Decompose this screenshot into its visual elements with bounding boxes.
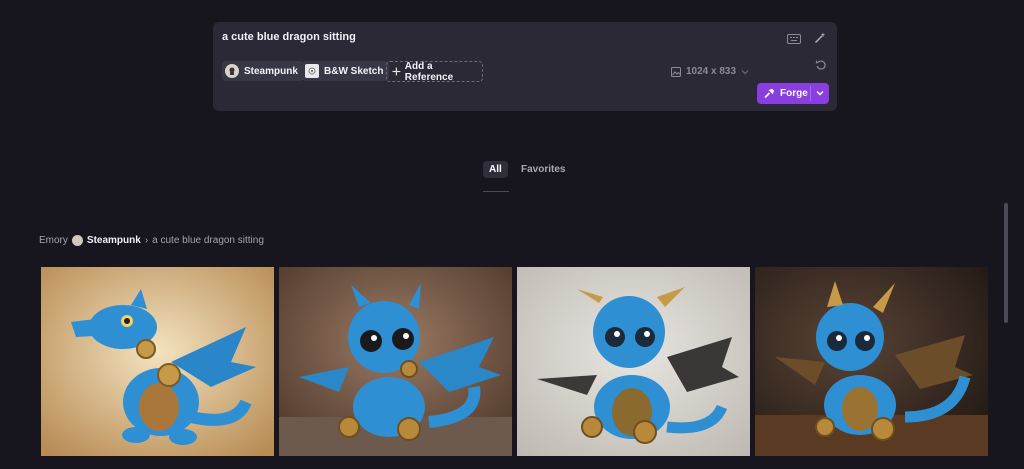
dragon-image-4[interactable] [755, 267, 988, 456]
breadcrumb-style[interactable]: Steampunk [87, 235, 141, 246]
dragon-image-2[interactable] [279, 267, 512, 456]
chevron-down-icon [741, 69, 749, 74]
tab-favorites[interactable]: Favorites [515, 161, 571, 178]
plus-icon [392, 67, 401, 76]
chip-label: Steampunk [244, 65, 298, 77]
forge-button[interactable]: Forge [757, 83, 829, 104]
dimensions-value: 1024 x 833 [686, 66, 737, 77]
prompt-input[interactable]: a cute blue dragon sitting [222, 31, 356, 43]
breadcrumb-prompt: a cute blue dragon sitting [152, 235, 264, 246]
magic-wand-icon[interactable] [811, 29, 829, 47]
chip-label: B&W Sketch [324, 65, 384, 77]
steampunk-thumb-icon [225, 64, 239, 78]
forge-divider [810, 86, 811, 101]
hammer-icon [764, 88, 774, 99]
forge-label: Forge [780, 88, 808, 99]
breadcrumb: Emory Steampunk › a cute blue dragon sit… [39, 235, 264, 246]
page-scrollbar[interactable] [1004, 203, 1008, 323]
dragon-image-3[interactable] [517, 267, 750, 456]
keyboard-icon[interactable] [785, 30, 803, 48]
dimensions-select[interactable]: 1024 x 833 [671, 66, 749, 77]
undo-icon[interactable] [811, 55, 829, 73]
active-tab-indicator [483, 191, 509, 192]
tab-all[interactable]: All [483, 161, 508, 178]
add-reference-button[interactable]: Add a Reference [386, 60, 483, 83]
dragon-image-1[interactable] [41, 267, 274, 456]
style-chip-steampunk[interactable]: Steampunk [222, 61, 304, 81]
breadcrumb-separator: › [144, 235, 149, 246]
image-icon [671, 66, 681, 77]
forge-options-chevron-icon[interactable] [815, 88, 825, 98]
sketch-thumb-icon [305, 64, 319, 78]
add-reference-label: Add a Reference [404, 60, 454, 83]
breadcrumb-user[interactable]: Emory [39, 235, 68, 246]
gallery-tabs: All Favorites [0, 161, 1024, 193]
style-avatar [71, 235, 83, 246]
style-chip-bw-sketch[interactable]: B&W Sketch [302, 61, 390, 81]
